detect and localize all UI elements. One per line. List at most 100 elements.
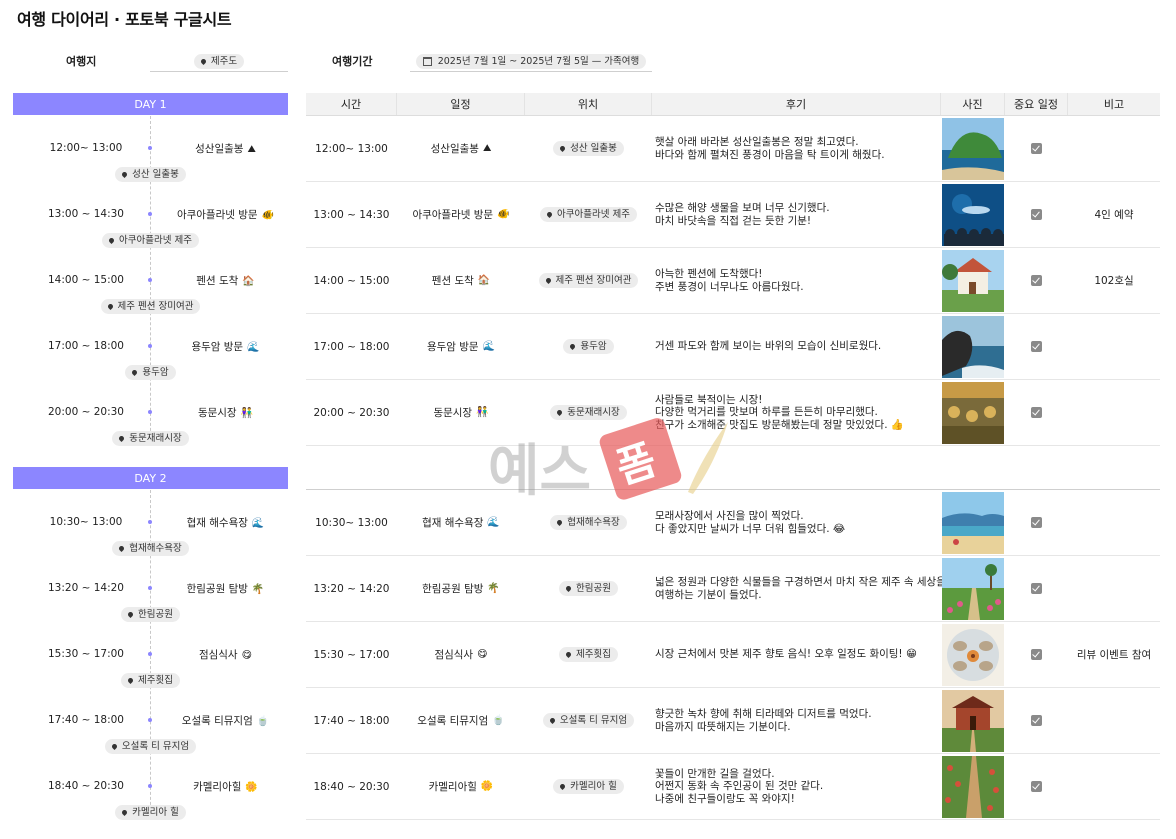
cell-important[interactable] [1005, 314, 1068, 379]
timeline-location-chip[interactable]: 성산 일출봉 [115, 167, 186, 182]
cell-important[interactable] [1005, 622, 1068, 687]
cell-note[interactable] [1068, 754, 1160, 819]
important-checkbox[interactable] [1031, 715, 1042, 726]
important-checkbox[interactable] [1031, 209, 1042, 220]
timeline-location-chip[interactable]: 카멜리아 힐 [115, 805, 186, 820]
timeline-location-chip[interactable]: 제주 펜션 장미여관 [100, 299, 201, 314]
cell-time[interactable]: 10:30~ 13:00 [306, 490, 397, 555]
timeline-location-chip[interactable]: 한림공원 [121, 607, 180, 622]
cell-review[interactable]: 거센 파도와 함께 보이는 바위의 모습이 신비로웠다. [652, 314, 941, 379]
timeline-location-chip[interactable]: 제주횟집 [121, 673, 180, 688]
cell-note[interactable] [1068, 490, 1160, 555]
cell-location[interactable]: 동문재래시장 [525, 380, 652, 445]
important-checkbox[interactable] [1031, 143, 1042, 154]
cell-photo[interactable] [941, 490, 1005, 555]
cell-review[interactable]: 수많은 해양 생물을 보며 너무 신기했다. 마치 바닷속을 직접 걷는 듯한 기… [652, 182, 941, 247]
cell-location[interactable]: 용두암 [525, 314, 652, 379]
cell-note[interactable]: 102호실 [1068, 248, 1160, 313]
cell-important[interactable] [1005, 182, 1068, 247]
cell-time[interactable]: 14:00 ~ 15:00 [306, 248, 397, 313]
cell-photo[interactable] [941, 380, 1005, 445]
cell-important[interactable] [1005, 754, 1068, 819]
cell-activity[interactable]: 아쿠아플라넷 방문 🐠 [397, 182, 525, 247]
cell-activity[interactable]: 동문시장 👫 [397, 380, 525, 445]
cell-review[interactable]: 향긋한 녹차 향에 취해 티라떼와 디저트를 먹었다. 마음까지 따뜻해지는 기분… [652, 688, 941, 753]
important-checkbox[interactable] [1031, 341, 1042, 352]
important-checkbox[interactable] [1031, 275, 1042, 286]
timeline-location-chip[interactable]: 협재해수욕장 [112, 541, 189, 556]
location-chip[interactable]: 카멜리아 힐 [553, 779, 624, 794]
cell-important[interactable] [1005, 248, 1068, 313]
timeline-location-chip[interactable]: 동문재래시장 [112, 431, 189, 446]
important-checkbox[interactable] [1031, 517, 1042, 528]
cell-photo[interactable] [941, 314, 1005, 379]
cell-note[interactable] [1068, 314, 1160, 379]
cell-activity[interactable]: 펜션 도착 🏠 [397, 248, 525, 313]
cell-photo[interactable] [941, 182, 1005, 247]
cell-location[interactable]: 성산 일출봉 [525, 116, 652, 181]
cell-photo[interactable] [941, 556, 1005, 621]
cell-time[interactable]: 13:20 ~ 14:20 [306, 556, 397, 621]
cell-time[interactable]: 17:00 ~ 18:00 [306, 314, 397, 379]
cell-photo[interactable] [941, 754, 1005, 819]
location-chip[interactable]: 제주횟집 [559, 647, 618, 662]
cell-note[interactable] [1068, 556, 1160, 621]
cell-activity[interactable]: 오설록 티뮤지엄 🍵 [397, 688, 525, 753]
cell-time[interactable]: 13:00 ~ 14:30 [306, 182, 397, 247]
cell-time[interactable]: 18:40 ~ 20:30 [306, 754, 397, 819]
cell-photo[interactable] [941, 688, 1005, 753]
location-chip[interactable]: 한림공원 [559, 581, 618, 596]
location-chip[interactable]: 협재해수욕장 [550, 515, 627, 530]
cell-review[interactable]: 시장 근처에서 맛본 제주 향토 음식! 오후 일정도 화이팅! 😁 [652, 622, 941, 687]
cell-time[interactable]: 20:00 ~ 20:30 [306, 380, 397, 445]
cell-note[interactable]: 리뷰 이벤트 참여 [1068, 622, 1160, 687]
cell-location[interactable]: 제주 펜션 장미여관 [525, 248, 652, 313]
timeline-location-chip[interactable]: 용두암 [125, 365, 176, 380]
location-chip[interactable]: 오설록 티 뮤지엄 [542, 713, 635, 728]
cell-review[interactable]: 사람들로 북적이는 시장! 다양한 먹거리를 맛보며 하루를 든든히 마무리했다.… [652, 380, 941, 445]
cell-location[interactable]: 협재해수욕장 [525, 490, 652, 555]
cell-activity[interactable]: 성산일출봉 ⛰ [397, 116, 525, 181]
cell-time[interactable]: 15:30 ~ 17:00 [306, 622, 397, 687]
cell-review[interactable]: 모래사장에서 사진을 많이 찍었다. 다 좋았지만 날씨가 너무 더워 힘들었다.… [652, 490, 941, 555]
important-checkbox[interactable] [1031, 583, 1042, 594]
cell-important[interactable] [1005, 688, 1068, 753]
cell-review[interactable]: 넓은 정원과 다양한 식물들을 구경하면서 마치 작은 제주 속 세상을 여행하는… [652, 556, 946, 621]
cell-important[interactable] [1005, 380, 1068, 445]
cell-photo[interactable] [941, 622, 1005, 687]
cell-review[interactable]: 아늑한 펜션에 도착했다! 주변 풍경이 너무나도 아름다웠다. [652, 248, 941, 313]
cell-time[interactable]: 12:00~ 13:00 [306, 116, 397, 181]
cell-review[interactable]: 햇살 아래 바라본 성산일출봉은 정말 최고였다. 바다와 함께 펼쳐진 풍경이 … [652, 116, 941, 181]
cell-photo[interactable] [941, 248, 1005, 313]
cell-location[interactable]: 한림공원 [525, 556, 652, 621]
cell-note[interactable] [1068, 688, 1160, 753]
cell-activity[interactable]: 협재 해수욕장 🌊 [397, 490, 525, 555]
important-checkbox[interactable] [1031, 649, 1042, 660]
cell-note[interactable] [1068, 116, 1160, 181]
important-checkbox[interactable] [1031, 781, 1042, 792]
location-chip[interactable]: 제주 펜션 장미여관 [538, 273, 639, 288]
cell-important[interactable] [1005, 116, 1068, 181]
cell-activity[interactable]: 점심식사 😋 [397, 622, 525, 687]
destination-field[interactable]: 제주도 [150, 51, 288, 72]
cell-important[interactable] [1005, 556, 1068, 621]
cell-location[interactable]: 제주횟집 [525, 622, 652, 687]
cell-photo[interactable] [941, 116, 1005, 181]
location-chip[interactable]: 성산 일출봉 [553, 141, 624, 156]
cell-time[interactable]: 17:40 ~ 18:00 [306, 688, 397, 753]
cell-note[interactable] [1068, 380, 1160, 445]
cell-location[interactable]: 아쿠아플라넷 제주 [525, 182, 652, 247]
cell-activity[interactable]: 카멜리아힐 🌼 [397, 754, 525, 819]
cell-review[interactable]: 꽃들이 만개한 길을 걸었다. 어쩐지 동화 속 주인공이 된 것만 같다. 나중에… [652, 754, 941, 819]
cell-location[interactable]: 오설록 티 뮤지엄 [525, 688, 652, 753]
cell-activity[interactable]: 용두암 방문 🌊 [397, 314, 525, 379]
cell-important[interactable] [1005, 490, 1068, 555]
timeline-location-chip[interactable]: 아쿠아플라넷 제주 [102, 233, 199, 248]
location-chip[interactable]: 용두암 [563, 339, 614, 354]
cell-location[interactable]: 카멜리아 힐 [525, 754, 652, 819]
timeline-location-chip[interactable]: 오설록 티 뮤지엄 [104, 739, 197, 754]
period-field[interactable]: 2025년 7월 1일 ~ 2025년 7월 5일 — 가족여행 [410, 51, 652, 72]
location-chip[interactable]: 동문재래시장 [550, 405, 627, 420]
cell-note[interactable]: 4인 예약 [1068, 182, 1160, 247]
important-checkbox[interactable] [1031, 407, 1042, 418]
